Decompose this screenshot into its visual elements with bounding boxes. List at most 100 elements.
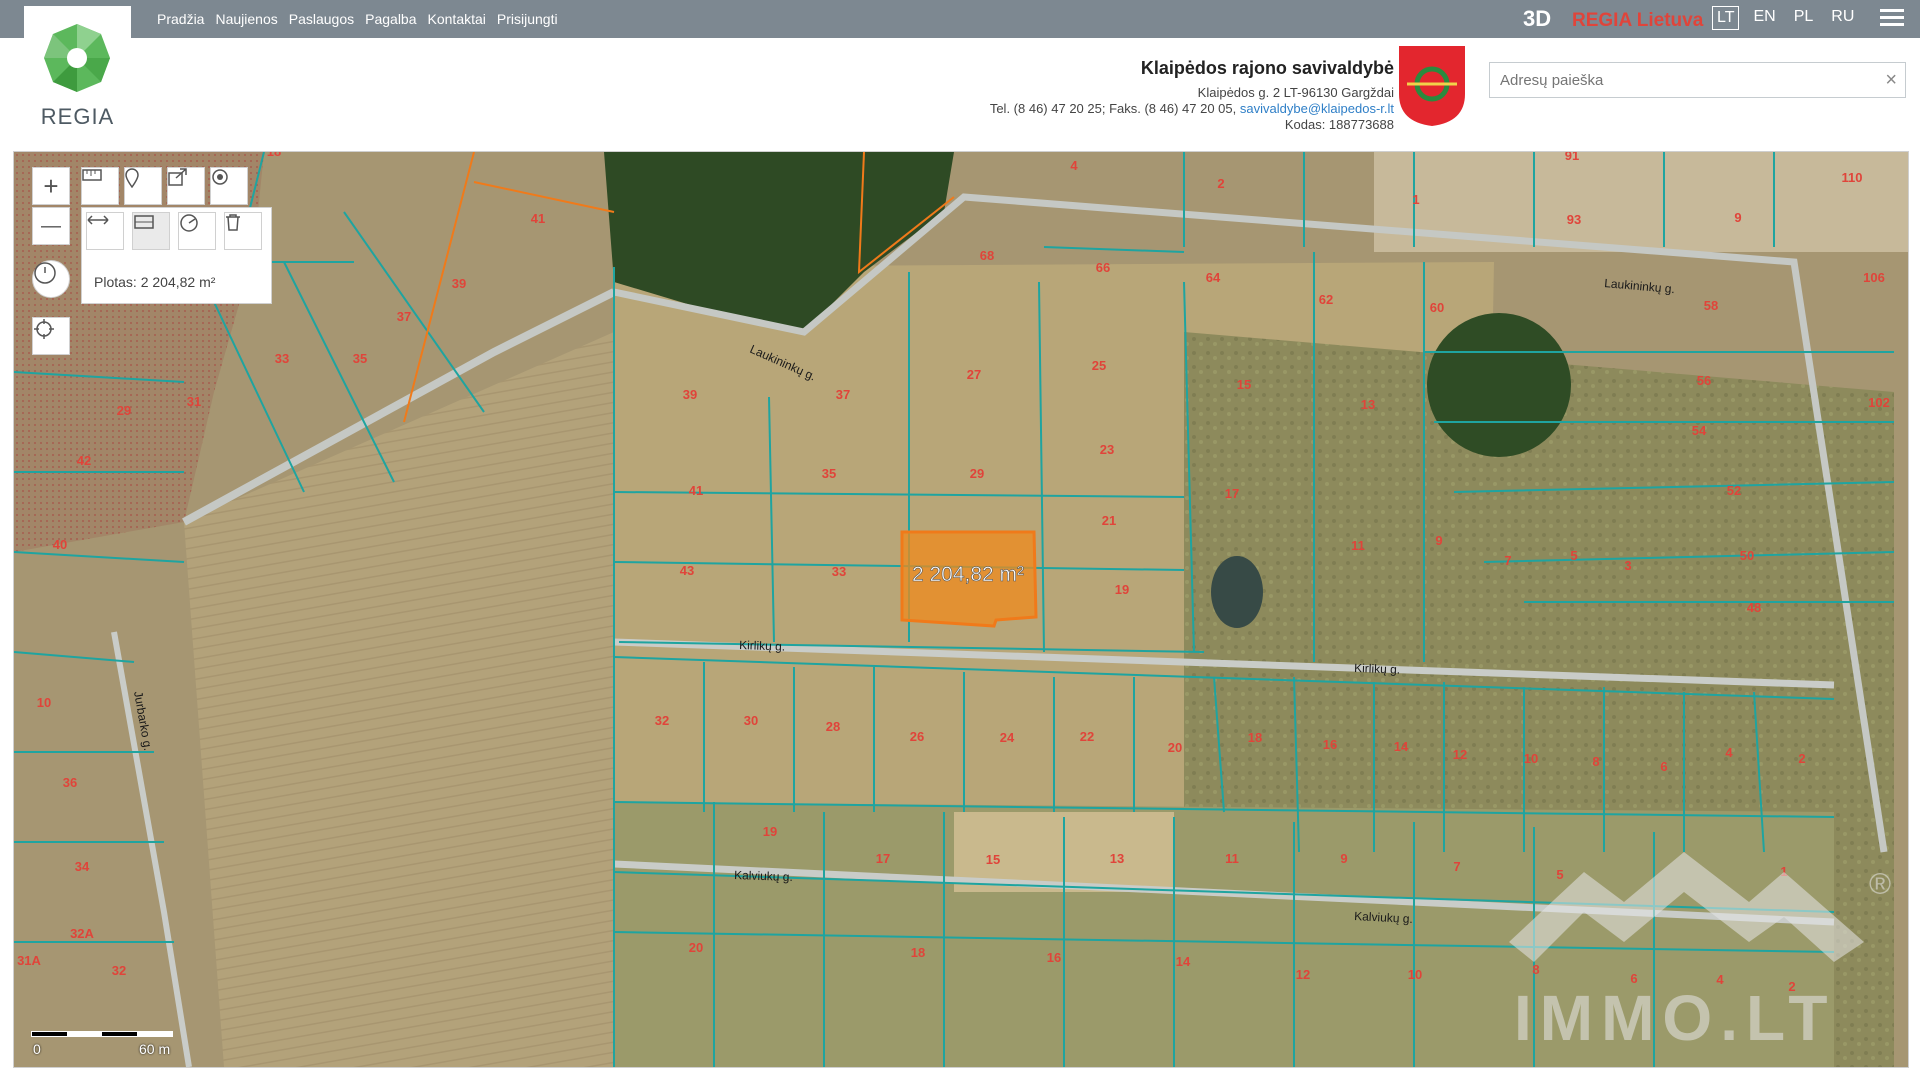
delete-measure-button[interactable] [224, 212, 262, 250]
nav-item-paslaugos[interactable]: Paslaugos [289, 11, 354, 27]
map-canvas[interactable]: 2 204,82 m² Laukininkų g. Laukininkų g. … [14, 152, 1908, 1067]
street-label: Kirlikų g. [739, 638, 785, 654]
distance-icon [87, 215, 109, 225]
parcel-number: 16 [1047, 950, 1061, 965]
nav-item-kontaktai[interactable]: Kontaktai [428, 11, 486, 27]
municipality-email-link[interactable]: savivaldybe@klaipedos-r.lt [1240, 101, 1394, 116]
municipality-name: Klaipėdos rajono savivaldybė [1140, 58, 1394, 78]
municipality-phone: Tel. (8 46) 47 20 25; Faks. (8 46) 47 20… [989, 101, 1237, 116]
minus-icon: — [41, 214, 61, 237]
parcel-number: 4 [1070, 158, 1078, 173]
parcel-number: 36 [63, 775, 77, 790]
parcel-number: 18 [911, 945, 925, 960]
hamburger-menu-icon[interactable] [1880, 9, 1904, 29]
nav-item-pagalba[interactable]: Pagalba [365, 11, 416, 27]
parcel-number: 41 [531, 211, 545, 226]
regia-logo-icon [44, 24, 110, 92]
parcel-number: 52 [1727, 483, 1741, 498]
history-button[interactable] [32, 260, 70, 298]
nav-item-pradzia[interactable]: Pradžia [157, 11, 204, 27]
lang-lt[interactable]: LT [1712, 6, 1740, 30]
share-button[interactable] [167, 167, 205, 205]
locate-me-button[interactable] [32, 317, 70, 355]
zoom-in-button[interactable]: + [32, 167, 70, 205]
measure-tool-button[interactable] [81, 167, 119, 205]
parcel-number: 10 [37, 695, 51, 710]
measure-distance-button[interactable] [86, 212, 124, 250]
parcel-number: 29 [970, 466, 984, 481]
parcel-number: 10 [1408, 967, 1422, 982]
parcel-number: 33 [832, 564, 846, 579]
parcel-number: 62 [1319, 292, 1333, 307]
scale-end-label: 60 m [139, 1041, 171, 1057]
parcel-number: 28 [826, 719, 840, 734]
lang-pl[interactable]: PL [1790, 6, 1818, 28]
parcel-number: 60 [1430, 300, 1444, 315]
target-button[interactable] [210, 167, 248, 205]
parcel-number: 64 [1206, 270, 1221, 285]
parcel-number: 30 [744, 713, 758, 728]
parcel-number: 8 [1532, 962, 1539, 977]
parcel-number: 11 [1351, 538, 1365, 553]
parcel-number: 19 [763, 824, 777, 839]
parcel-number: 9 [1435, 533, 1442, 548]
parcel-number: 31 [187, 394, 201, 409]
mode-3d-button[interactable]: 3D [1523, 6, 1551, 32]
lang-en[interactable]: EN [1749, 6, 1779, 28]
regia-lietuva-link[interactable]: REGIA Lietuva [1572, 10, 1703, 32]
crosshair-icon [34, 319, 54, 339]
parcel-number: 13 [1110, 851, 1124, 866]
parcel-number: 40 [53, 537, 67, 552]
parcel-number: 7 [1504, 553, 1511, 568]
parcel-number: 32A [70, 926, 94, 941]
nav-item-prisijungti[interactable]: Prisijungti [497, 11, 558, 27]
parcel-number: 32 [112, 963, 126, 978]
parcel-number: 42 [77, 453, 91, 468]
zoom-out-button[interactable]: — [32, 207, 70, 245]
measure-panel: Plotas: 2 204,82 m² [81, 207, 272, 304]
search-clear-icon[interactable]: × [1885, 69, 1897, 92]
municipality-address: Klaipėdos g. 2 LT-96130 Gargždai [1197, 85, 1394, 100]
lang-ru[interactable]: RU [1827, 6, 1858, 28]
parcel-number: 17 [876, 851, 890, 866]
parcel-number: 5 [1570, 548, 1577, 563]
map-view[interactable]: 2 204,82 m² Laukininkų g. Laukininkų g. … [13, 151, 1909, 1068]
parcel-number: 9 [1734, 210, 1741, 225]
street-label: Kirlikų g. [1354, 661, 1400, 677]
address-search-input[interactable] [1498, 63, 1872, 97]
parcel-number: 106 [1863, 270, 1885, 285]
parcel-number: 43 [680, 563, 694, 578]
parcel-number: 39 [452, 276, 466, 291]
parcel-number: 37 [836, 387, 850, 402]
street-label: Kalviukų g. [734, 868, 793, 884]
parcel-number: 102 [1868, 395, 1890, 410]
parcel-number: 13 [1361, 397, 1375, 412]
pond [1211, 556, 1263, 628]
nav-item-naujienos[interactable]: Naujienos [215, 11, 277, 27]
measured-area-readout: Plotas: 2 204,82 m² [94, 274, 216, 290]
parcel-number: 17 [1225, 486, 1239, 501]
area-icon [134, 215, 154, 229]
location-pin-button[interactable] [124, 167, 162, 205]
parcel-number: 110 [1842, 170, 1863, 185]
parcel-number: 41 [689, 483, 703, 498]
municipality-info: Klaipėdos rajono savivaldybė Klaipėdos g… [990, 58, 1394, 133]
parcel-number: 54 [1692, 423, 1707, 438]
parcel-number: 15 [986, 852, 1000, 867]
parcel-number: 35 [822, 466, 836, 481]
clock-icon [34, 262, 56, 284]
parcel-number: 35 [353, 351, 367, 366]
regia-logo[interactable]: REGIA [24, 6, 131, 146]
parcel-number: 56 [1697, 373, 1711, 388]
measure-radius-button[interactable] [178, 212, 216, 250]
parcel-number: 91 [1565, 152, 1579, 163]
measure-area-button[interactable] [132, 212, 170, 250]
parcel-number: 12 [1453, 747, 1467, 762]
parcel-number: 6 [1660, 759, 1667, 774]
parcel-number: 93 [1567, 212, 1581, 227]
parcel-number: 33 [275, 351, 289, 366]
scale-bar-graphic [31, 1031, 173, 1037]
parcel-number: 20 [1168, 740, 1182, 755]
address-search: × [1489, 62, 1906, 98]
parcel-number: 12 [1296, 967, 1310, 982]
